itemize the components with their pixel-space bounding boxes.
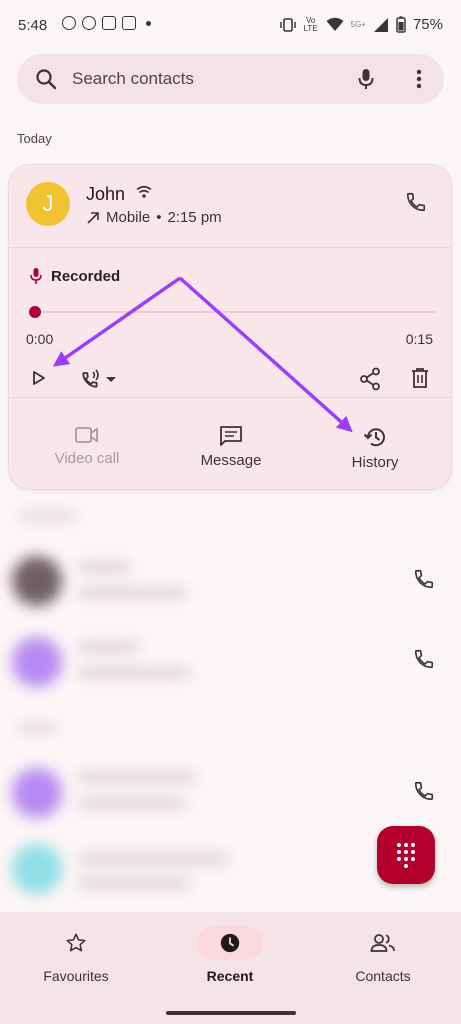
blurred-text: [78, 562, 130, 572]
network-label: 5G+: [350, 19, 366, 29]
avatar: [12, 768, 62, 818]
nav-favourites-indicator: [43, 926, 109, 960]
nav-favourites-label: Favourites: [43, 968, 109, 984]
avatar[interactable]: J: [26, 182, 70, 226]
notification-icons: [62, 16, 151, 30]
chat-icon: [82, 16, 96, 30]
more-notifications-dot: [146, 20, 151, 26]
volte-label: Vo LTE: [303, 15, 318, 33]
nav-recent-indicator: [197, 926, 263, 960]
signal-icon: [373, 17, 388, 32]
message-label: Message: [200, 452, 262, 469]
video-call-icon: [75, 427, 98, 443]
video-call-button[interactable]: Video call: [17, 418, 157, 468]
blurred-text: [78, 854, 228, 864]
status-bar: 5:48 Vo LTE 5G+ 75%: [0, 0, 461, 52]
clock-icon: [220, 933, 240, 953]
nav-contacts-indicator: [350, 926, 416, 960]
nav-contacts-label: Contacts: [355, 968, 411, 984]
phone-icon[interactable]: [405, 191, 427, 213]
playback-seekbar[interactable]: [31, 311, 435, 313]
system-icons: Vo LTE 5G+ 75%: [279, 15, 443, 33]
bottom-navigation: Favourites Recent Contacts: [0, 912, 461, 1024]
recorded-text: Recorded: [51, 267, 121, 285]
entry-actions: Video call Message History: [9, 418, 451, 488]
mic-icon[interactable]: [356, 67, 376, 91]
star-icon: [66, 933, 86, 952]
divider: [9, 247, 451, 248]
recording-label: Recorded: [29, 267, 120, 285]
contacts-icon: [370, 934, 395, 952]
outgoing-call-icon: [87, 211, 99, 224]
gesture-handle: [166, 1011, 296, 1015]
avatar: [12, 637, 62, 687]
dialpad-button[interactable]: [377, 826, 435, 884]
battery-icon: [396, 16, 406, 33]
wifi-calling-icon: [136, 185, 152, 198]
share-icon[interactable]: [359, 367, 381, 391]
nav-favourites[interactable]: Favourites: [11, 926, 141, 984]
playback-position: 0:00: [26, 331, 54, 347]
record-mic-icon: [30, 268, 42, 284]
app-icon: [122, 16, 136, 30]
status-time: 5:48: [18, 17, 48, 34]
message-button[interactable]: Message: [161, 418, 301, 470]
avatar: [12, 556, 62, 606]
wifi-icon: [326, 17, 344, 31]
phone-icon[interactable]: [413, 648, 435, 670]
search-placeholder[interactable]: Search contacts: [72, 69, 194, 89]
app-icon: [102, 16, 116, 30]
blurred-text: [78, 772, 196, 782]
history-icon: [363, 428, 385, 447]
blurred-text: [78, 588, 186, 598]
blurred-text: [78, 642, 140, 652]
separator: •: [156, 209, 162, 226]
search-icon: [36, 69, 57, 90]
playback-duration: 0:15: [405, 331, 433, 347]
history-label: History: [351, 454, 399, 471]
contact-name: John: [86, 184, 126, 204]
section-header-today: Today: [17, 131, 52, 146]
phone-icon[interactable]: [413, 780, 435, 802]
phone-icon[interactable]: [413, 568, 435, 590]
call-log-entry-expanded[interactable]: J John Mobile • 2:15 pm Recorded 0:00 0:…: [8, 164, 452, 490]
blurred-text: [78, 798, 186, 808]
speaker-icon[interactable]: [79, 367, 119, 391]
play-icon[interactable]: [31, 369, 47, 387]
search-bar[interactable]: Search contacts: [17, 54, 444, 104]
call-time: 2:15 pm: [167, 209, 222, 226]
blurred-text: [78, 668, 190, 678]
avatar: [12, 844, 62, 894]
blurred-section-header: [18, 512, 76, 520]
blurred-section-header: [18, 724, 56, 732]
call-type: Mobile: [106, 209, 151, 226]
dialpad-icon: [397, 843, 415, 868]
nav-contacts[interactable]: Contacts: [318, 926, 448, 984]
whatsapp-icon: [62, 16, 76, 30]
vibrate-icon: [279, 17, 296, 32]
nav-recent-label: Recent: [206, 968, 254, 984]
battery-percent: 75%: [412, 16, 443, 33]
divider: [9, 397, 451, 398]
more-vert-icon[interactable]: [416, 69, 422, 89]
call-details: Mobile • 2:15 pm: [86, 209, 222, 226]
video-call-label: Video call: [54, 450, 120, 467]
blurred-text: [78, 878, 190, 888]
message-icon: [220, 426, 242, 446]
nav-recent[interactable]: Recent: [165, 926, 295, 984]
seekbar-thumb[interactable]: [29, 306, 41, 318]
delete-icon[interactable]: [411, 367, 429, 389]
history-button[interactable]: History: [305, 418, 445, 472]
